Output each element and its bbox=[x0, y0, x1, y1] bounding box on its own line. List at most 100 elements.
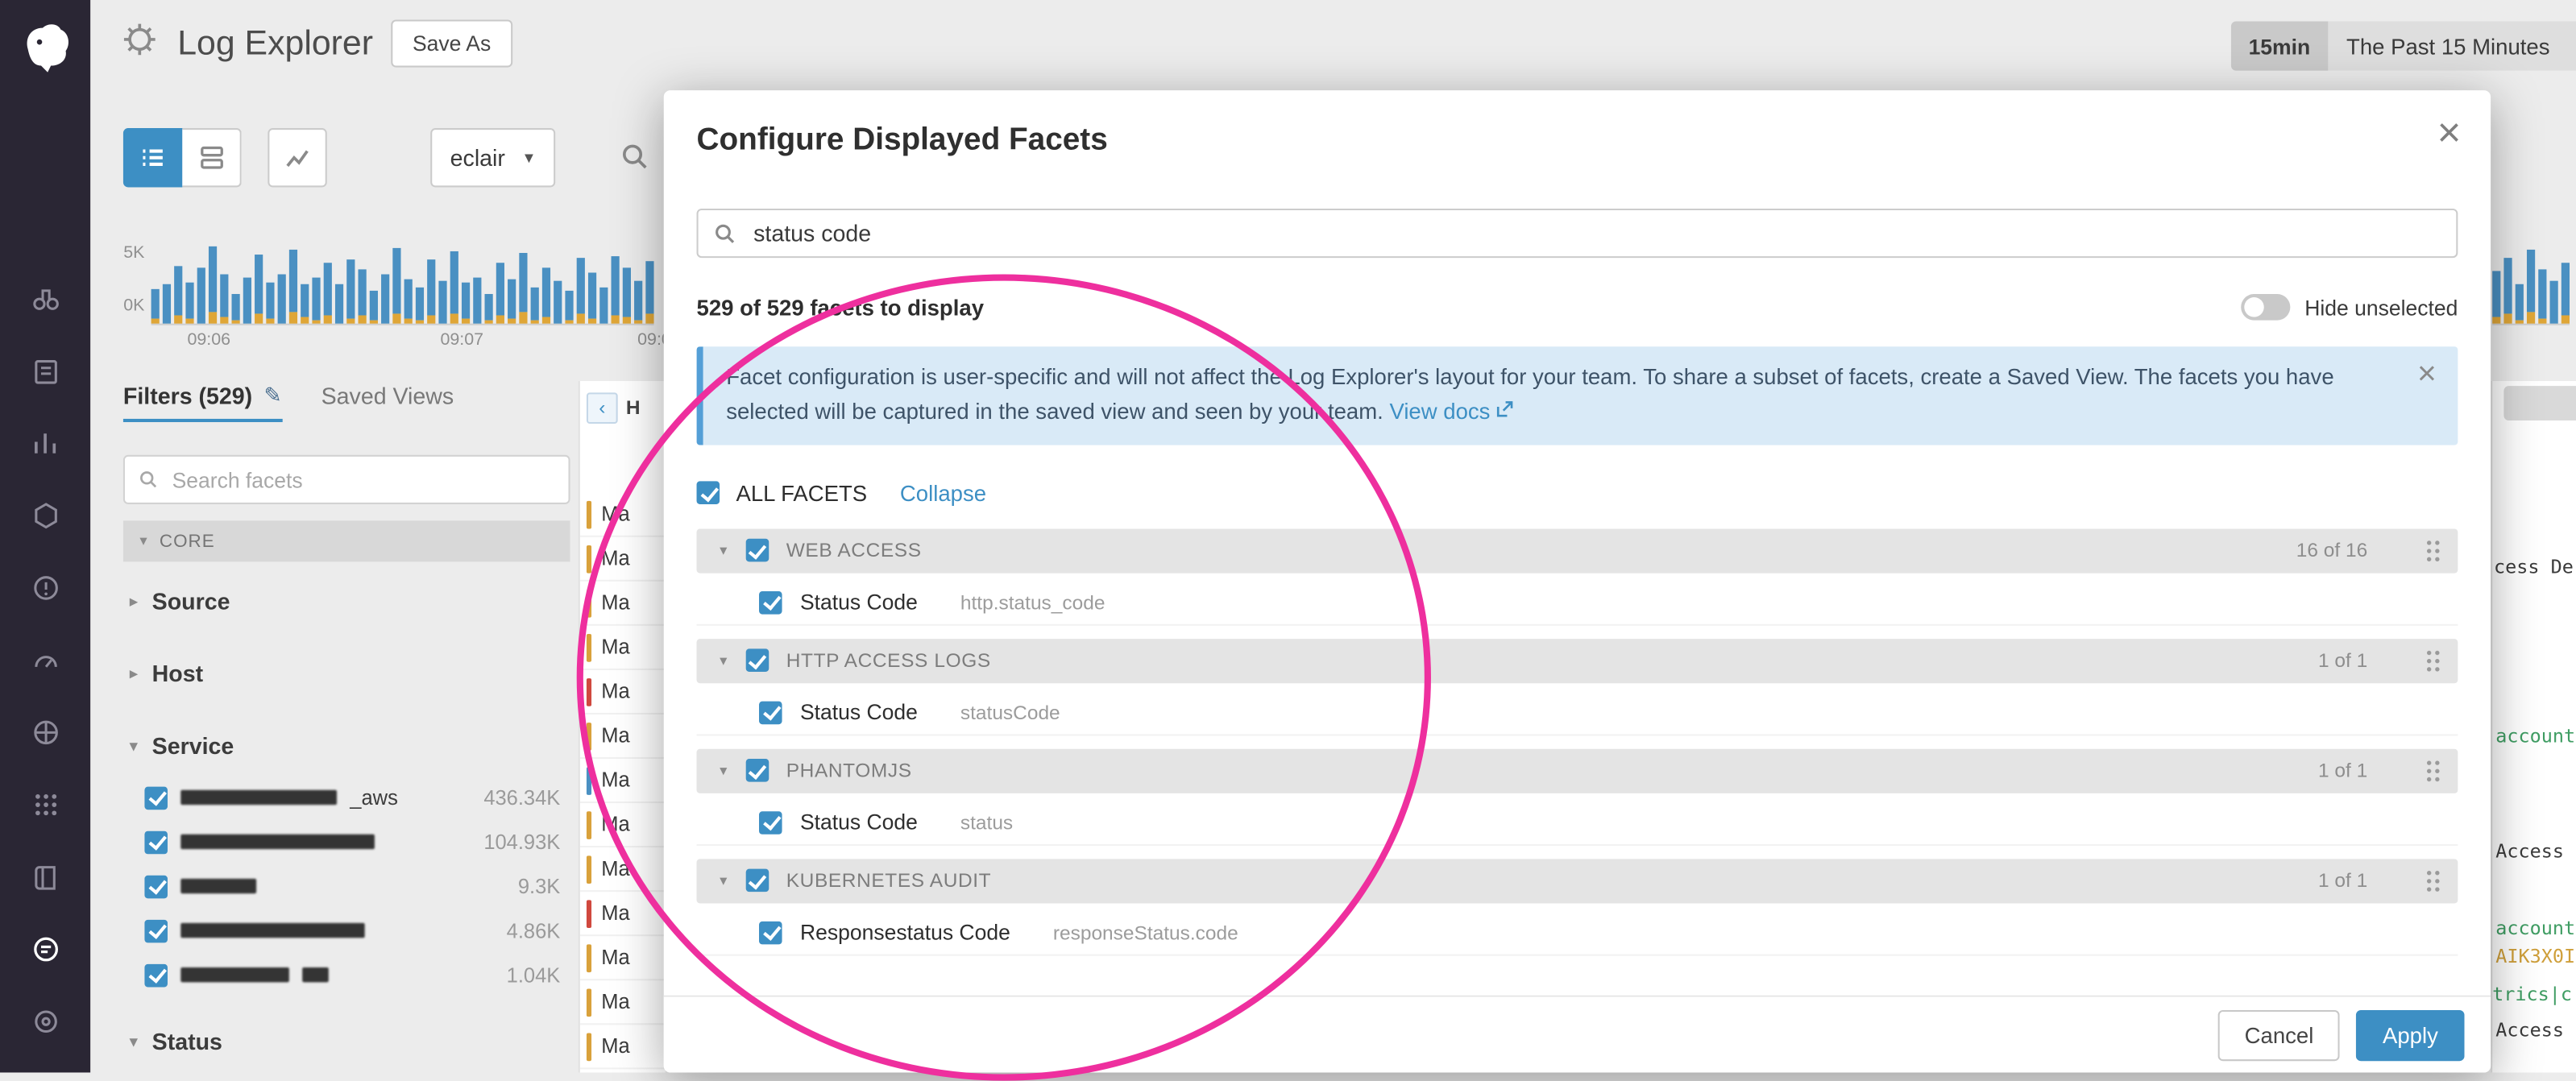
log-text-fragment: Access bbox=[2495, 1018, 2564, 1042]
chart-view-button[interactable] bbox=[268, 128, 326, 187]
events-icon[interactable] bbox=[29, 354, 62, 387]
info-banner: Facet configuration is user-specific and… bbox=[697, 346, 2458, 445]
log-row[interactable]: Ma bbox=[580, 1025, 666, 1069]
service-filter-row[interactable]: 104.93K bbox=[123, 819, 570, 864]
list-view-button[interactable] bbox=[123, 128, 182, 187]
log-row[interactable]: Ma bbox=[580, 626, 666, 670]
facet-group-header-web-access[interactable]: ▾ WEB ACCESS 16 of 16 bbox=[697, 528, 2458, 573]
tab-filters[interactable]: Filters (529) ✎ bbox=[123, 383, 282, 422]
save-as-button[interactable]: Save As bbox=[391, 19, 512, 67]
facet-section-label: Service bbox=[152, 732, 234, 759]
facet-row[interactable]: Responsestatus Code responseStatus.code bbox=[697, 911, 2458, 955]
nav-sidebar bbox=[0, 0, 90, 1073]
log-row[interactable]: Ma bbox=[580, 670, 666, 714]
cancel-button[interactable]: Cancel bbox=[2218, 1010, 2340, 1061]
log-row[interactable]: Ma bbox=[580, 936, 666, 980]
collapse-link[interactable]: Collapse bbox=[900, 481, 986, 506]
time-range-chip[interactable]: 15min bbox=[2230, 22, 2328, 71]
checkbox-checked-icon[interactable] bbox=[144, 830, 168, 854]
status-bar bbox=[587, 899, 591, 927]
facet-row[interactable]: Status Code status bbox=[697, 801, 2458, 846]
facet-checkbox[interactable] bbox=[759, 591, 782, 615]
collapse-panel-icon[interactable]: ‹ bbox=[587, 391, 618, 423]
facet-checkbox[interactable] bbox=[759, 701, 782, 724]
apply-button[interactable]: Apply bbox=[2356, 1010, 2464, 1061]
group-checkbox[interactable] bbox=[745, 539, 769, 562]
options-button-fragment[interactable] bbox=[2503, 386, 2576, 420]
log-row[interactable]: Ma bbox=[580, 493, 666, 537]
notebooks-icon[interactable] bbox=[29, 860, 62, 893]
facet-section-source[interactable]: ▸ Source bbox=[123, 578, 570, 624]
log-row[interactable]: Ma bbox=[580, 892, 666, 936]
group-checkbox[interactable] bbox=[745, 649, 769, 673]
facet-group-header-http-access-logs[interactable]: ▾ HTTP ACCESS LOGS 1 of 1 bbox=[697, 639, 2458, 683]
datadog-logo[interactable] bbox=[13, 11, 79, 77]
status-bar bbox=[587, 810, 591, 839]
checkbox-checked-icon[interactable] bbox=[144, 875, 168, 898]
processes-icon[interactable] bbox=[29, 789, 62, 822]
checkbox-checked-icon[interactable] bbox=[144, 963, 168, 987]
service-filter-row[interactable]: 1.04K bbox=[123, 953, 570, 997]
modal-search-box[interactable] bbox=[697, 209, 2458, 258]
security-icon[interactable] bbox=[29, 1005, 62, 1038]
status-bar bbox=[587, 545, 591, 573]
log-row[interactable]: Ma bbox=[580, 847, 666, 892]
facet-search-input[interactable] bbox=[169, 466, 556, 494]
facet-row[interactable]: Status Code statusCode bbox=[697, 691, 2458, 735]
drag-handle-icon[interactable] bbox=[2425, 760, 2441, 783]
chevron-down-icon[interactable]: ▾ bbox=[720, 652, 727, 669]
service-filter-row[interactable]: 9.3K bbox=[123, 864, 570, 909]
log-row[interactable]: Ma bbox=[580, 803, 666, 847]
watchdog-icon[interactable] bbox=[29, 283, 62, 316]
timeline-bars-left[interactable] bbox=[151, 250, 654, 325]
all-facets-checkbox[interactable] bbox=[697, 482, 720, 505]
view-docs-link[interactable]: View docs bbox=[1389, 399, 1490, 424]
facet-group-header-kubernetes-audit[interactable]: ▾ KUBERNETES AUDIT 1 of 1 bbox=[697, 859, 2458, 903]
facet-section-host[interactable]: ▸ Host bbox=[123, 650, 570, 696]
facet-group-header-phantomjs[interactable]: ▾ PHANTOMJS 1 of 1 bbox=[697, 748, 2458, 793]
tab-saved-views[interactable]: Saved Views bbox=[321, 383, 454, 409]
facet-row[interactable]: Status Code http.status_code bbox=[697, 581, 2458, 625]
banner-close-icon[interactable]: × bbox=[2417, 358, 2437, 391]
facet-label: Status Code bbox=[800, 590, 918, 615]
drag-handle-icon[interactable] bbox=[2425, 539, 2441, 562]
facet-checkbox[interactable] bbox=[759, 811, 782, 835]
checkbox-checked-icon[interactable] bbox=[144, 786, 168, 810]
service-filter-row[interactable]: 4.86K bbox=[123, 909, 570, 953]
chevron-down-icon[interactable]: ▾ bbox=[720, 542, 727, 560]
chevron-down-icon[interactable]: ▾ bbox=[720, 872, 727, 889]
modal-search-input[interactable] bbox=[750, 218, 2441, 248]
grouped-view-button[interactable] bbox=[182, 128, 241, 187]
chevron-down-icon[interactable]: ▾ bbox=[720, 762, 727, 780]
facet-section-label: Status bbox=[152, 1028, 222, 1054]
group-checkbox[interactable] bbox=[745, 869, 769, 893]
facet-search-box[interactable] bbox=[123, 455, 570, 504]
logs-icon[interactable] bbox=[29, 933, 62, 966]
infrastructure-icon[interactable] bbox=[29, 499, 62, 532]
log-row[interactable]: Ma bbox=[580, 759, 666, 803]
drag-handle-icon[interactable] bbox=[2425, 649, 2441, 673]
time-range-picker[interactable]: 15min The Past 15 Minutes bbox=[2230, 22, 2576, 71]
saved-view-dropdown[interactable]: eclair ▼ bbox=[430, 128, 556, 187]
search-icon[interactable] bbox=[620, 141, 651, 180]
facet-section-status[interactable]: ▾ Status bbox=[123, 1018, 570, 1064]
monitors-icon[interactable] bbox=[29, 572, 62, 605]
facet-checkbox[interactable] bbox=[759, 922, 782, 945]
timeline-bars-right[interactable] bbox=[2492, 250, 2570, 325]
apm-icon[interactable] bbox=[29, 644, 62, 677]
dashboards-icon[interactable] bbox=[29, 427, 62, 460]
log-row[interactable]: Ma bbox=[580, 582, 666, 626]
edit-pencil-icon[interactable]: ✎ bbox=[263, 383, 281, 409]
log-row[interactable]: Ma bbox=[580, 537, 666, 582]
hide-unselected-toggle[interactable] bbox=[2241, 294, 2290, 321]
tab-filters-label: Filters (529) bbox=[123, 383, 252, 409]
group-checkbox[interactable] bbox=[745, 760, 769, 783]
facet-section-service[interactable]: ▾ Service bbox=[123, 723, 570, 768]
drag-handle-icon[interactable] bbox=[2425, 869, 2441, 893]
log-row[interactable]: Ma bbox=[580, 980, 666, 1025]
synthetics-icon[interactable] bbox=[29, 716, 62, 749]
log-row[interactable]: Ma bbox=[580, 714, 666, 759]
core-group-header[interactable]: ▾ CORE bbox=[123, 520, 570, 561]
checkbox-checked-icon[interactable] bbox=[144, 919, 168, 942]
service-filter-row[interactable]: _aws 436.34K bbox=[123, 775, 570, 819]
